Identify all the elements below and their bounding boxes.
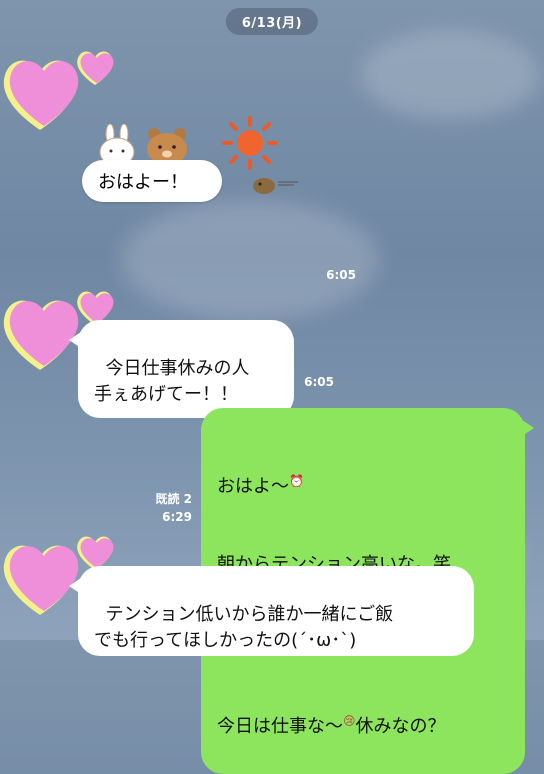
read-label: 既読 2 [155,492,192,506]
message-time: 6:29 [162,510,192,524]
background-cloud [120,200,380,320]
sad-face-icon: 😢 [343,714,356,728]
message-text: 今日仕事休みの人 手ぇあげてー！！ [94,358,250,405]
incoming-message-bubble[interactable]: 今日仕事休みの人 手ぇあげてー！！ [69,320,294,418]
message-line: 今日は仕事な〜😢休みなの？ [217,714,446,737]
incoming-message-bubble[interactable]: テンション低いから誰か一緒にご飯 でも行ってほしかったの(´･ω･`) [69,566,474,656]
alarm-clock-icon: ⏰ [289,474,304,488]
message-time: 6:05 [326,268,356,282]
sun-sticker-icon [222,116,278,170]
background-cloud [360,30,540,120]
sticker-text-bubble[interactable]: おはよー！ [82,160,222,202]
message-time: 6:05 [304,375,334,389]
sparrow-sticker-icon [253,178,298,194]
message-text: テンション低いから誰か一緒にご飯 でも行ってほしかったの(´･ω･`) [94,604,394,651]
message-line: おはよ〜⏰ [217,474,304,497]
date-separator: 6/13(月) [225,8,319,35]
sticker-text: おはよー！ [98,172,188,193]
read-receipt: 既読 2 6:29 [130,490,192,526]
